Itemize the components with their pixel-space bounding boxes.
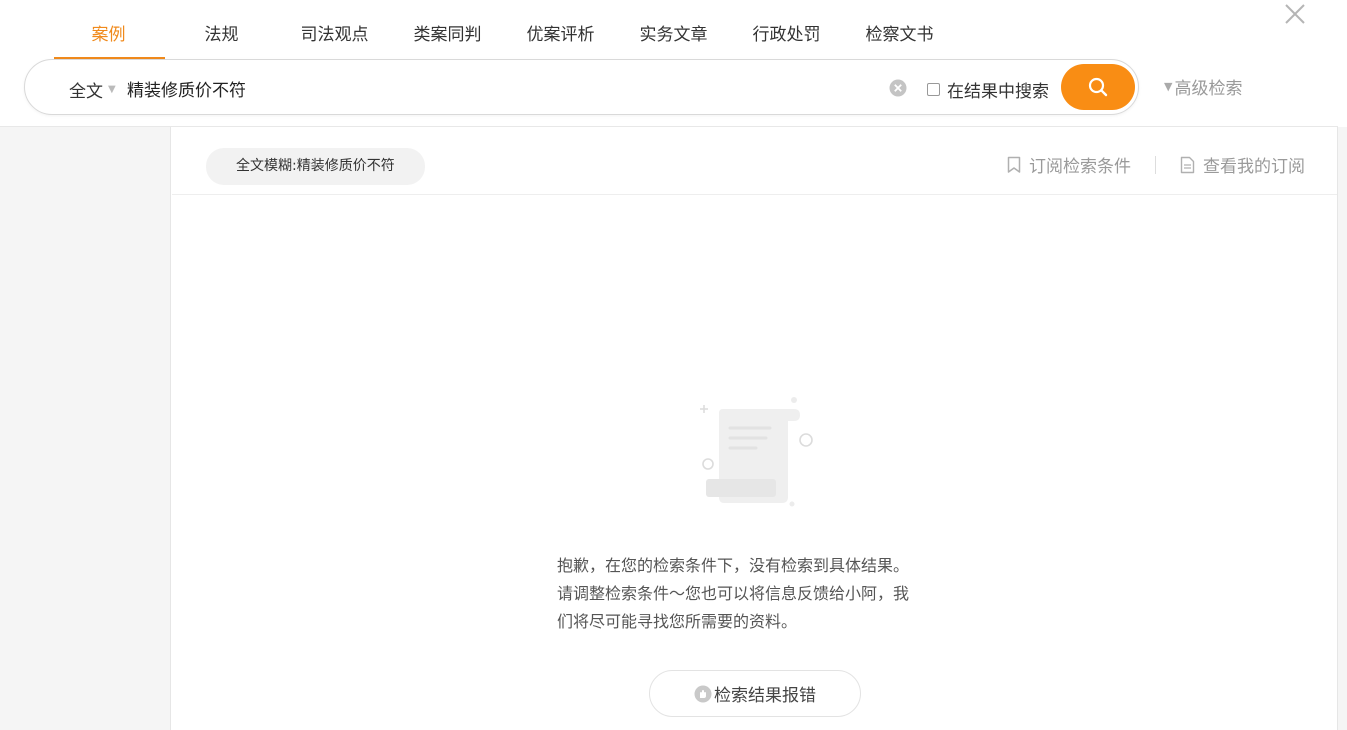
tab-judicial-opinions[interactable]: 司法观点 [278,20,391,60]
document-icon [1180,156,1195,173]
view-subscriptions-button[interactable]: 查看我的订阅 [1180,152,1305,177]
header-divider [0,126,1338,127]
left-sidebar [0,127,171,730]
advanced-search-label: 高级检索 [1174,79,1243,99]
scope-label: 全文 [69,82,103,102]
search-bar: 全文 ▼ 在结果中搜索 [24,59,1139,115]
subscribe-search-label: 订阅检索条件 [1029,157,1131,177]
tab-procuratorial-docs[interactable]: 检察文书 [843,20,956,60]
bookmark-icon [1007,156,1021,173]
subscription-actions: 订阅检索条件 查看我的订阅 [1007,152,1305,177]
search-icon [1088,77,1108,97]
tab-similar-cases[interactable]: 类案同判 [391,20,504,60]
empty-results-message: 抱歉，在您的检索条件下，没有检索到具体结果。 请调整检索条件～您也可以将信息反馈… [557,552,957,636]
subscribe-search-button[interactable]: 订阅检索条件 [1007,152,1131,177]
report-error-label: 检索结果报错 [714,686,816,706]
search-button[interactable] [1061,64,1135,110]
content-divider [172,194,1337,195]
tab-case-reviews[interactable]: 优案评析 [504,20,617,60]
right-gutter [1337,127,1347,730]
empty-results-illustration [700,397,813,507]
page: 案例 法规 司法观点 类案同判 优案评析 实务文章 行政处罚 检察文书 全文 ▼… [0,0,1347,730]
scope-dropdown[interactable]: 全文 ▼ [69,77,116,102]
tab-admin-penalties[interactable]: 行政处罚 [730,20,843,60]
tab-practice-articles[interactable]: 实务文章 [617,20,730,60]
search-input[interactable] [127,76,867,100]
empty-message-line-2: 请调整检索条件～您也可以将信息反馈给小阿，我 [557,584,910,603]
report-error-button[interactable]: 检索结果报错 [649,670,861,717]
search-in-results-checkbox[interactable] [927,83,940,96]
active-filter-chip[interactable]: 全文模糊:精装修质价不符 [206,148,425,185]
view-subscriptions-label: 查看我的订阅 [1203,157,1305,177]
close-icon[interactable] [1283,2,1307,26]
clear-icon[interactable] [889,79,907,97]
tab-cases[interactable]: 案例 [52,20,165,60]
category-tabs: 案例 法规 司法观点 类案同判 优案评析 实务文章 行政处罚 检察文书 [52,20,956,60]
empty-message-line-1: 抱歉，在您的检索条件下，没有检索到具体结果。 [557,556,910,575]
actions-separator [1155,155,1156,174]
advanced-search-link[interactable]: ▼ 高级检索 [1164,74,1242,99]
triangle-down-icon: ▼ [1164,80,1173,93]
chevron-down-icon: ▼ [108,84,116,95]
hand-icon [694,685,712,702]
empty-message-line-3: 们将尽可能寻找您所需要的资料。 [557,612,798,631]
search-in-results-toggle[interactable]: 在结果中搜索 [927,77,1049,102]
search-in-results-label: 在结果中搜索 [947,82,1049,102]
tab-regulations[interactable]: 法规 [165,20,278,60]
